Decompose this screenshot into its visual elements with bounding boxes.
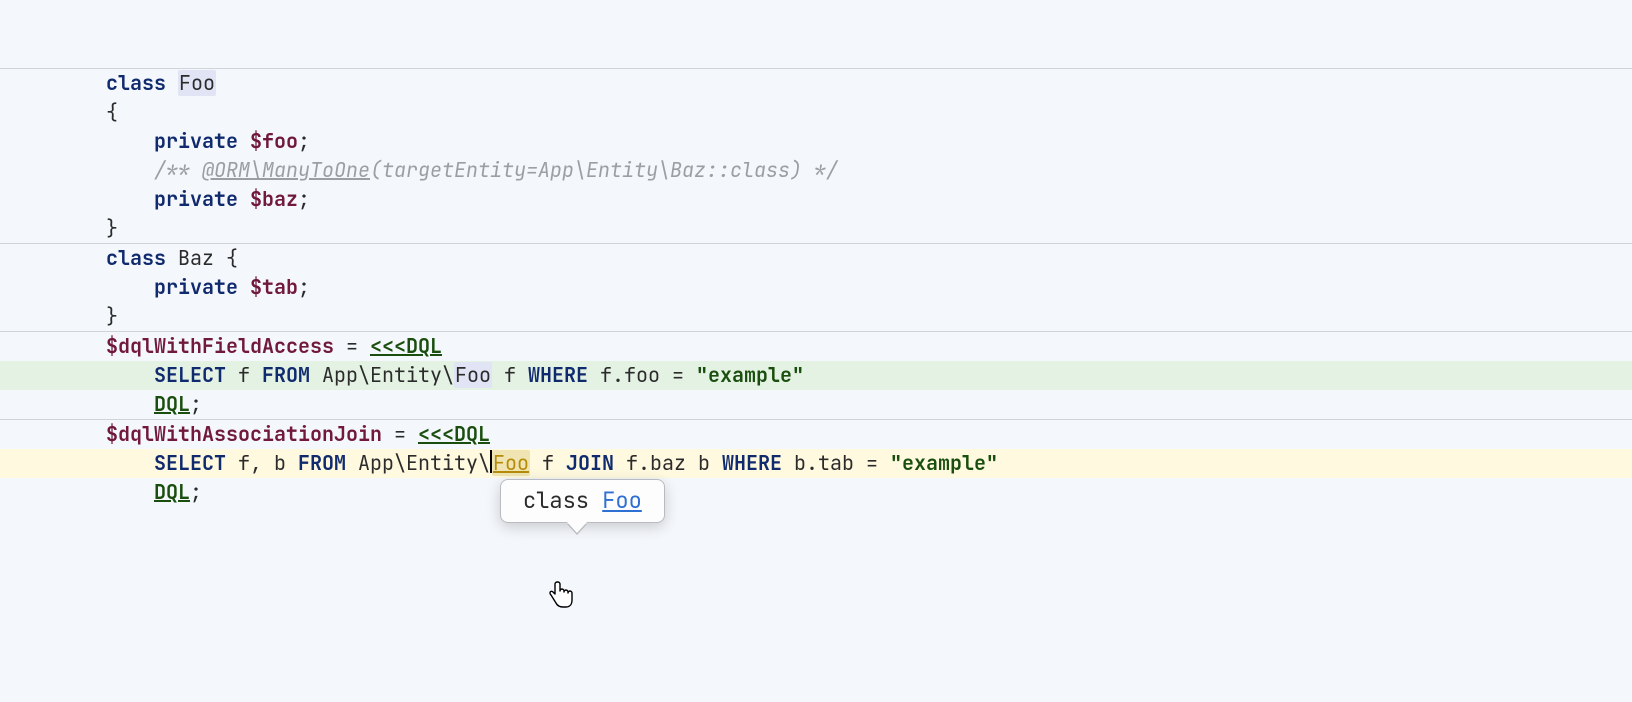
- code-block-class-foo: class Foo { private $foo; /** @ORM\ManyT…: [0, 68, 1632, 244]
- heredoc-open: <<<DQL: [370, 333, 442, 359]
- sql-keyword-from: FROM: [262, 362, 310, 388]
- tooltip-prefix: class: [523, 486, 602, 515]
- heredoc-close: DQL: [154, 479, 190, 505]
- keyword-private: private: [154, 128, 238, 154]
- sql-keyword-select: SELECT: [154, 450, 226, 476]
- semicolon: ;: [298, 128, 310, 154]
- variable-tab: $tab: [250, 274, 298, 300]
- sql-keyword-from: FROM: [298, 450, 346, 476]
- editor-top-padding: [0, 0, 1632, 68]
- string-literal: "example": [696, 362, 804, 388]
- semicolon: ;: [298, 186, 310, 212]
- code-block-dql-association-join: $dqlWithAssociationJoin = <<<DQL SELECT …: [0, 420, 1632, 507]
- code-line[interactable]: /** @ORM\ManyToOne(targetEntity=App\Enti…: [0, 156, 1632, 185]
- code-line-highlighted[interactable]: SELECT f FROM App\Entity\Foo f WHERE f.f…: [0, 361, 1632, 390]
- semicolon: ;: [190, 479, 202, 505]
- keyword-class: class: [106, 70, 166, 96]
- sql-keyword-select: SELECT: [154, 362, 226, 388]
- keyword-class: class: [106, 245, 166, 271]
- sql-keyword-where: WHERE: [528, 362, 588, 388]
- entity-foo-ref-hover[interactable]: Foo: [492, 450, 530, 476]
- annotation-orm-manytoone[interactable]: @ORM\ManyToOne: [202, 157, 370, 183]
- sql-keyword-join: JOIN: [566, 450, 614, 476]
- variable-baz: $baz: [250, 186, 298, 212]
- code-line[interactable]: $dqlWithFieldAccess = <<<DQL: [0, 332, 1632, 361]
- code-line[interactable]: DQL;: [0, 478, 1632, 507]
- code-line[interactable]: private $tab;: [0, 273, 1632, 302]
- code-block-dql-field-access: $dqlWithFieldAccess = <<<DQL SELECT f FR…: [0, 332, 1632, 420]
- code-line[interactable]: }: [0, 214, 1632, 243]
- code-editor[interactable]: class Foo { private $foo; /** @ORM\ManyT…: [0, 0, 1632, 507]
- brace-open: {: [106, 99, 118, 125]
- semicolon: ;: [298, 274, 310, 300]
- heredoc-open: <<<DQL: [418, 421, 490, 447]
- brace-close: }: [106, 215, 118, 241]
- keyword-private: private: [154, 186, 238, 212]
- heredoc-close: DQL: [154, 391, 190, 417]
- semicolon: ;: [190, 391, 202, 417]
- variable-foo: $foo: [250, 128, 298, 154]
- code-line[interactable]: private $baz;: [0, 185, 1632, 214]
- quick-doc-tooltip[interactable]: class Foo: [500, 479, 665, 523]
- string-literal: "example": [890, 450, 998, 476]
- code-line[interactable]: private $foo;: [0, 127, 1632, 156]
- variable-dql-association-join: $dqlWithAssociationJoin: [106, 421, 382, 447]
- code-line-active[interactable]: SELECT f, b FROM App\Entity\Foo f JOIN f…: [0, 449, 1632, 478]
- code-line[interactable]: class Baz {: [0, 244, 1632, 273]
- code-line[interactable]: $dqlWithAssociationJoin = <<<DQL: [0, 420, 1632, 449]
- class-name-foo[interactable]: Foo: [178, 70, 216, 96]
- variable-dql-field-access: $dqlWithFieldAccess: [106, 333, 334, 359]
- class-name-baz[interactable]: Baz: [178, 245, 214, 271]
- brace-close: }: [106, 303, 118, 329]
- sql-keyword-where: WHERE: [722, 450, 782, 476]
- doc-comment-args: (targetEntity=App\Entity\Baz::class) */: [370, 157, 838, 183]
- brace-open: {: [214, 245, 238, 271]
- code-line[interactable]: {: [0, 98, 1632, 127]
- keyword-private: private: [154, 274, 238, 300]
- code-line[interactable]: class Foo: [0, 69, 1632, 98]
- tooltip-class-link[interactable]: Foo: [602, 486, 642, 515]
- link-cursor-icon: [548, 580, 574, 618]
- entity-foo-ref[interactable]: Foo: [454, 362, 492, 388]
- code-line[interactable]: DQL;: [0, 390, 1632, 419]
- doc-comment-open: /**: [154, 157, 202, 183]
- code-block-class-baz: class Baz { private $tab; }: [0, 244, 1632, 332]
- code-line[interactable]: }: [0, 302, 1632, 331]
